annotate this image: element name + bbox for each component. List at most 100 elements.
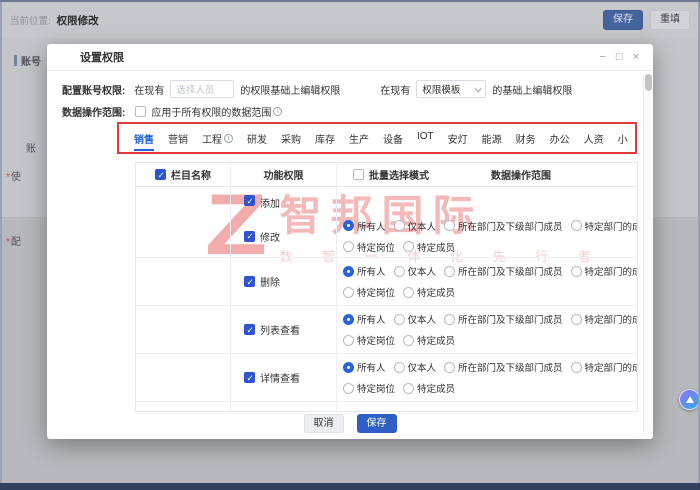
- tab-label: 生产: [349, 135, 369, 146]
- radio-option-所有人[interactable]: 所有人: [343, 360, 386, 374]
- radio-option-特定岗位[interactable]: 特定岗位: [343, 381, 395, 395]
- tab-办公[interactable]: 办公: [550, 131, 570, 149]
- radio-option-仅本人[interactable]: 仅本人: [393, 360, 437, 374]
- save-button[interactable]: 保存: [356, 414, 397, 433]
- maximize-icon[interactable]: □: [616, 51, 623, 63]
- config-prefix-1: 在现有: [134, 85, 165, 97]
- screen: 当前位置: 权限修改 保存 重填 账号 账 *使 *配 设置权限 − □ × 配…: [0, 0, 700, 490]
- topbar-refill-button[interactable]: 重填: [650, 10, 690, 30]
- minimize-icon[interactable]: −: [599, 51, 605, 63]
- radio-option-特定成员[interactable]: 特定成员: [403, 333, 455, 347]
- config-suffix-1: 的权限基础上编辑权限: [240, 85, 341, 97]
- tab-label: IOT: [417, 131, 434, 142]
- data-scope-label: 数据操作范围:: [62, 108, 126, 119]
- modal-scrollbar[interactable]: [643, 72, 652, 436]
- table-row-添加: 添加: [136, 187, 637, 215]
- tab-营销[interactable]: 营销: [168, 131, 188, 149]
- permission-checkbox[interactable]: [244, 324, 255, 336]
- radio-label: 所在部门及下级部门成员: [458, 363, 563, 374]
- function-permission-header: 功能权限: [231, 163, 337, 186]
- tab-小[interactable]: 小: [618, 131, 628, 149]
- tab-财务[interactable]: 财务: [516, 131, 536, 149]
- radio-label: 特定成员: [417, 288, 456, 299]
- close-icon[interactable]: ×: [633, 51, 639, 63]
- radio-icon: [403, 382, 415, 394]
- radio-option-特定岗位[interactable]: 特定岗位: [343, 240, 395, 254]
- radio-option-特定成员[interactable]: 特定成员: [403, 381, 455, 395]
- radio-label: 仅本人: [407, 363, 437, 374]
- tab-label: 小: [617, 135, 628, 146]
- tab-生产[interactable]: 生产: [349, 131, 369, 149]
- tab-能源[interactable]: 能源: [482, 131, 502, 149]
- radio-option-所有人[interactable]: 所有人: [343, 312, 386, 326]
- radio-option-所有人[interactable]: 所有人: [343, 264, 386, 278]
- scope-cell: [337, 402, 637, 411]
- scope-cell: 所有人 仅本人 所在部门及下级部门成员 特定部门的成员特定岗位 特定成员: [337, 258, 637, 305]
- permission-cell: 修改: [231, 215, 337, 257]
- tab-工程[interactable]: 工程: [202, 131, 233, 149]
- radio-option-特定岗位[interactable]: 特定岗位: [343, 333, 395, 347]
- column-select-all-checkbox[interactable]: [155, 169, 166, 181]
- permission-checkbox[interactable]: [244, 276, 255, 288]
- tab-采购[interactable]: 采购: [281, 131, 301, 149]
- section-bar-icon: [14, 55, 17, 66]
- cancel-button[interactable]: 取消: [303, 414, 344, 433]
- radio-option-仅本人[interactable]: 仅本人: [393, 264, 436, 278]
- radio-option-所在部门及下级部门成员[interactable]: 所在部门及下级部门成员: [444, 219, 563, 233]
- info-icon: [273, 107, 283, 116]
- config-prefix-2: 在现有: [380, 85, 411, 97]
- permission-template-select[interactable]: 权限模板: [416, 80, 487, 98]
- tab-安灯[interactable]: 安灯: [448, 131, 468, 149]
- radio-label: 特定岗位: [357, 336, 396, 347]
- tab-label: 办公: [549, 135, 570, 146]
- radio-option-所有人[interactable]: 所有人: [343, 219, 386, 233]
- apply-all-checkbox[interactable]: [135, 106, 147, 117]
- permission-label: 删除: [260, 278, 280, 289]
- tab-库存[interactable]: 库存: [315, 131, 335, 149]
- radio-option-特定部门的成员[interactable]: 特定部门的成员: [570, 219, 637, 233]
- radio-option-特定部门的成员[interactable]: 特定部门的成员: [570, 264, 637, 278]
- radio-line: 所有人 仅本人 所在部门及下级部门成员 特定部门的成员: [343, 216, 637, 236]
- tab-设备[interactable]: 设备: [383, 131, 403, 149]
- apply-all-label: 应用于所有权限的数据范围: [151, 108, 272, 119]
- radio-label: 特定岗位: [357, 384, 396, 395]
- permission-label: 修改: [260, 232, 280, 244]
- radio-label: 所有人: [357, 221, 386, 233]
- radio-icon: [393, 361, 405, 373]
- radio-option-特定成员[interactable]: 特定成员: [403, 285, 455, 299]
- assistant-button[interactable]: [679, 389, 700, 410]
- radio-line: 特定岗位 特定成员: [343, 282, 637, 302]
- radio-label: 特定部门的成员: [584, 315, 637, 326]
- tab-人资[interactable]: 人资: [584, 131, 604, 149]
- radio-option-仅本人[interactable]: 仅本人: [393, 219, 436, 233]
- radio-option-特定部门的成员[interactable]: 特定部门的成员: [570, 312, 637, 326]
- scrollbar-thumb[interactable]: [645, 74, 652, 91]
- modal-titlebar: 设置权限 − □ ×: [47, 44, 653, 71]
- radio-icon: [343, 241, 354, 252]
- permission-cell: 列表查看: [231, 306, 337, 353]
- permission-cell: 删除: [231, 258, 337, 305]
- radio-option-所在部门及下级部门成员[interactable]: 所在部门及下级部门成员: [444, 360, 563, 374]
- tab-IOT[interactable]: IOT: [417, 131, 434, 145]
- radio-icon: [343, 334, 354, 346]
- tab-label: 研发: [247, 135, 267, 146]
- permission-checkbox[interactable]: [244, 372, 255, 384]
- radio-icon: [444, 361, 456, 373]
- radio-option-仅本人[interactable]: 仅本人: [393, 312, 436, 326]
- radio-option-特定岗位[interactable]: 特定岗位: [343, 285, 395, 299]
- window-edge-left: [0, 2, 2, 490]
- permission-checkbox[interactable]: [244, 195, 255, 207]
- radio-option-特定成员[interactable]: 特定成员: [403, 240, 455, 254]
- batch-select-checkbox[interactable]: [353, 169, 364, 180]
- required-mark: *: [6, 172, 10, 183]
- permission-checkbox[interactable]: [244, 230, 255, 242]
- radio-option-特定部门的成员[interactable]: 特定部门的成员: [570, 360, 637, 374]
- radio-option-所在部门及下级部门成员[interactable]: 所在部门及下级部门成员: [444, 264, 563, 278]
- table-body: 添加修改所有人仅本人所在部门及下级部门成员特定部门的成员特定岗位特定成员删除所有…: [136, 187, 637, 411]
- radio-icon: [570, 313, 582, 325]
- tab-研发[interactable]: 研发: [247, 131, 267, 149]
- select-person-input[interactable]: 选择人员: [170, 80, 235, 98]
- topbar-save-button[interactable]: 保存: [603, 10, 643, 30]
- radio-option-所在部门及下级部门成员[interactable]: 所在部门及下级部门成员: [444, 312, 563, 326]
- tab-销售[interactable]: 销售: [134, 131, 154, 151]
